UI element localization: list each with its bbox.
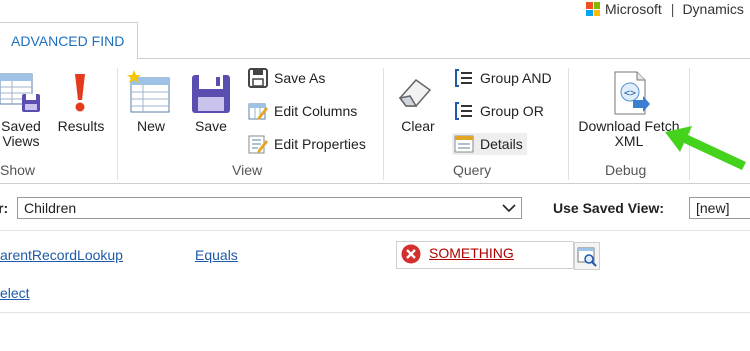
- results-button[interactable]: Results: [56, 119, 106, 134]
- chevron-down-icon: [502, 204, 516, 213]
- group-or-button[interactable]: Group OR: [454, 100, 544, 122]
- edit-properties-button[interactable]: Edit Properties: [248, 133, 366, 155]
- look-for-value: Children: [24, 200, 77, 216]
- brand-header: Microsoft | Dynamics: [586, 0, 744, 18]
- remove-value-icon[interactable]: [401, 244, 421, 264]
- lookup-button[interactable]: [574, 242, 600, 270]
- eraser-icon: [396, 76, 434, 110]
- edit-columns-button[interactable]: Edit Columns: [248, 100, 357, 122]
- new-view-icon: [127, 70, 173, 116]
- results-label: Results: [57, 118, 105, 134]
- divider: [0, 230, 750, 231]
- select-link[interactable]: elect: [0, 285, 30, 301]
- microsoft-logo-icon: [586, 2, 600, 16]
- criteria-operator-link[interactable]: Equals: [195, 247, 238, 263]
- save-as-button[interactable]: Save As: [248, 67, 325, 89]
- use-saved-view-label: Use Saved View:: [553, 200, 665, 216]
- saved-views-label-2: Views: [2, 133, 40, 149]
- details-label: Details: [480, 136, 523, 152]
- save-as-icon: [248, 68, 268, 88]
- group-or-label: Group OR: [480, 103, 544, 119]
- green-arrow-icon: [662, 124, 748, 172]
- divider-bottom: [0, 312, 750, 313]
- fetch-xml-icon: <>: [609, 70, 651, 116]
- brand-separator: |: [670, 1, 675, 17]
- tab-advanced-find[interactable]: ADVANCED FIND: [0, 22, 138, 58]
- brand-product: Dynamics: [682, 1, 744, 17]
- criteria-value-text[interactable]: SOMETHING: [429, 245, 514, 261]
- save-as-label: Save As: [274, 70, 326, 86]
- saved-views-icon: [0, 72, 42, 114]
- details-icon: [454, 135, 474, 153]
- clear-label: Clear: [401, 118, 435, 134]
- edit-columns-icon: [248, 103, 268, 120]
- group-label-view: View: [232, 162, 263, 178]
- save-icon: [190, 73, 232, 115]
- group-label-debug: Debug: [605, 162, 647, 178]
- group-and-label: Group AND: [480, 70, 552, 86]
- group-or-icon: [455, 102, 472, 120]
- group-label-show: Show: [0, 162, 36, 178]
- group-and-icon: [455, 69, 472, 87]
- group-label-query: Query: [453, 162, 492, 178]
- lookup-search-icon: [577, 247, 597, 267]
- look-for-label: r:: [0, 200, 9, 216]
- tab-label: ADVANCED FIND: [11, 32, 125, 49]
- look-for-select[interactable]: Children: [17, 197, 522, 219]
- new-label: New: [136, 118, 165, 134]
- edit-columns-label: Edit Columns: [274, 103, 358, 119]
- saved-views-label-1: Saved: [1, 118, 41, 134]
- saved-views-button[interactable]: Saved Views: [0, 119, 46, 149]
- save-label: Save: [195, 118, 227, 134]
- svg-text:<>: <>: [624, 88, 636, 99]
- criteria-field-link[interactable]: arentRecordLookup: [0, 247, 123, 263]
- new-button[interactable]: New: [126, 119, 176, 134]
- clear-button[interactable]: Clear: [393, 119, 443, 134]
- exclamation-icon: [67, 72, 93, 114]
- details-button[interactable]: Details: [452, 133, 527, 155]
- group-and-button[interactable]: Group AND: [454, 67, 552, 89]
- save-button[interactable]: Save: [186, 119, 236, 134]
- saved-view-select[interactable]: [new]: [689, 197, 750, 219]
- brand-microsoft: Microsoft: [605, 1, 662, 17]
- edit-properties-label: Edit Properties: [274, 136, 366, 152]
- saved-view-value: [new]: [696, 200, 730, 216]
- edit-properties-icon: [248, 135, 268, 154]
